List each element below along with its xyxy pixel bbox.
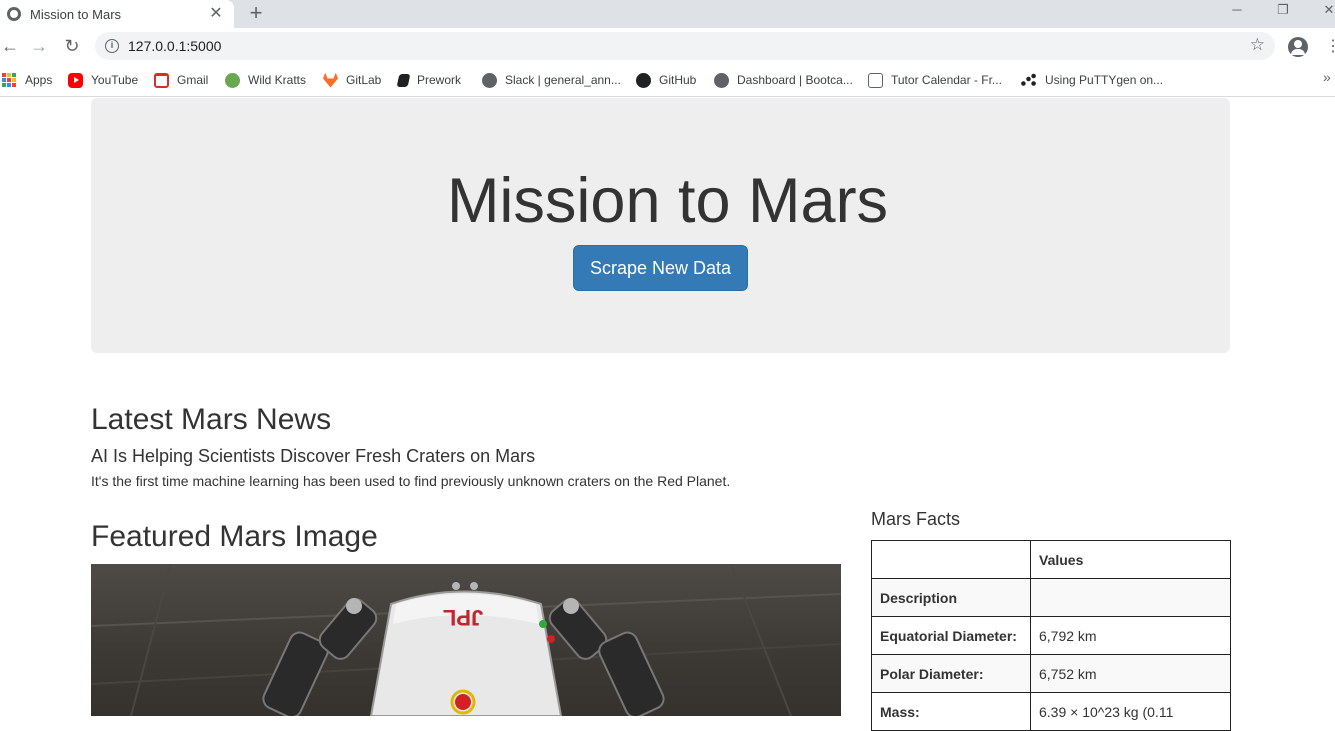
youtube-icon (68, 72, 83, 88)
fact-label: Equatorial Diameter: (871, 616, 1031, 655)
fact-value: 6,792 km (1030, 616, 1231, 655)
facts-heading: Mars Facts (871, 509, 961, 529)
tab-strip: Mission to Mars ✕ + ─ ❐ ✕ (0, 0, 1335, 28)
fact-label: Description (871, 578, 1031, 617)
forward-icon[interactable]: → (29, 36, 49, 56)
featured-image: JPL (91, 564, 841, 716)
bookmark-label: Wild Kratts (248, 73, 307, 87)
gitlab-icon (323, 72, 338, 88)
close-tab-icon[interactable]: ✕ (208, 6, 224, 22)
bookmark-apps[interactable]: Apps (2, 71, 52, 89)
fact-label: Polar Diameter: (871, 654, 1031, 693)
putty-icon (1020, 72, 1037, 88)
globe-icon (714, 72, 729, 88)
bookmark-wild-kratts[interactable]: Wild Kratts (225, 71, 306, 89)
table-header-row: Values (871, 540, 1231, 579)
news-heading: Latest Mars News (91, 403, 332, 436)
bookmark-label: GitHub (659, 73, 697, 87)
bookmark-dashboard[interactable]: Dashboard | Bootca... (714, 71, 853, 89)
bookmark-label: Using PuTTYgen on... (1045, 73, 1164, 87)
bookmark-label: YouTube (91, 73, 139, 87)
browser-toolbar: ← → ↻ i 127.0.0.1:5000 ☆ (0, 28, 1335, 64)
bookmark-slack[interactable]: Slack | general_ann... (482, 71, 621, 89)
apps-grid-icon (2, 73, 16, 87)
gmail-icon (154, 72, 169, 88)
featured-heading: Featured Mars Image (91, 520, 378, 553)
wild-kratts-icon (225, 72, 240, 88)
prework-icon (396, 73, 411, 87)
new-tab-button[interactable]: + (245, 2, 267, 24)
jpl-logo: JPL (443, 605, 483, 630)
table-row: Description (871, 578, 1231, 617)
calendar-icon (868, 72, 883, 88)
bookmark-label: Apps (25, 73, 53, 87)
github-icon (636, 72, 651, 88)
bookmark-label: GitLab (346, 73, 382, 87)
site-info-icon[interactable]: i (105, 39, 119, 53)
bookmark-label: Prework (417, 73, 462, 87)
news-title: AI Is Helping Scientists Discover Fresh … (91, 446, 536, 466)
bookmarks-bar: Apps YouTube Gmail Wild Kratts GitLab Pr… (0, 64, 1335, 97)
minimize-icon[interactable]: ─ (1222, 0, 1252, 22)
fact-value: 6.39 × 10^23 kg (0.11 (1030, 692, 1231, 731)
bookmark-gitlab[interactable]: GitLab (323, 71, 381, 89)
table-row: Mass: 6.39 × 10^23 kg (0.11 (871, 692, 1231, 731)
bookmark-youtube[interactable]: YouTube (68, 71, 138, 89)
globe-icon (7, 7, 21, 21)
column-header: Values (1030, 540, 1231, 579)
bookmark-star-icon[interactable]: ☆ (1250, 35, 1265, 55)
bookmark-puttygen[interactable]: Using PuTTYgen on... (1020, 71, 1163, 89)
scrape-button[interactable]: Scrape New Data (573, 245, 748, 291)
news-paragraph: It's the first time machine learning has… (91, 473, 731, 489)
close-window-icon[interactable]: ✕ (1314, 0, 1335, 22)
more-bookmarks-icon[interactable]: » (1323, 69, 1331, 85)
bookmark-github[interactable]: GitHub (636, 71, 696, 89)
bookmark-gmail[interactable]: Gmail (154, 71, 208, 89)
fact-value: 6,752 km (1030, 654, 1231, 693)
bookmark-label: Slack | general_ann... (505, 73, 621, 87)
table-row: Equatorial Diameter: 6,792 km (871, 616, 1231, 655)
bookmark-label: Tutor Calendar - Fr... (891, 73, 1002, 87)
restore-icon[interactable]: ❐ (1268, 0, 1298, 22)
back-icon[interactable]: ← (0, 36, 20, 56)
tab-title: Mission to Mars (30, 6, 122, 22)
facts-table: Values Description Equatorial Diameter: … (871, 540, 1231, 731)
fact-value (1030, 578, 1231, 617)
column-header (871, 540, 1031, 579)
table-row: Polar Diameter: 6,752 km (871, 654, 1231, 693)
bookmark-label: Dashboard | Bootca... (737, 73, 853, 87)
menu-icon[interactable]: ⋮ (1325, 38, 1335, 56)
bookmark-prework[interactable]: Prework (396, 71, 462, 89)
page-title: Mission to Mars (446, 166, 889, 236)
bookmark-label: Gmail (177, 73, 209, 87)
browser-tab[interactable]: Mission to Mars ✕ (0, 0, 234, 28)
globe-icon (482, 72, 497, 88)
bookmark-tutor-calendar[interactable]: Tutor Calendar - Fr... (868, 71, 1002, 89)
profile-icon[interactable] (1288, 37, 1308, 57)
reload-icon[interactable]: ↻ (62, 36, 82, 56)
url-text: 127.0.0.1:5000 (128, 38, 222, 54)
address-bar[interactable]: i 127.0.0.1:5000 ☆ (95, 32, 1275, 60)
fact-label: Mass: (871, 692, 1031, 731)
